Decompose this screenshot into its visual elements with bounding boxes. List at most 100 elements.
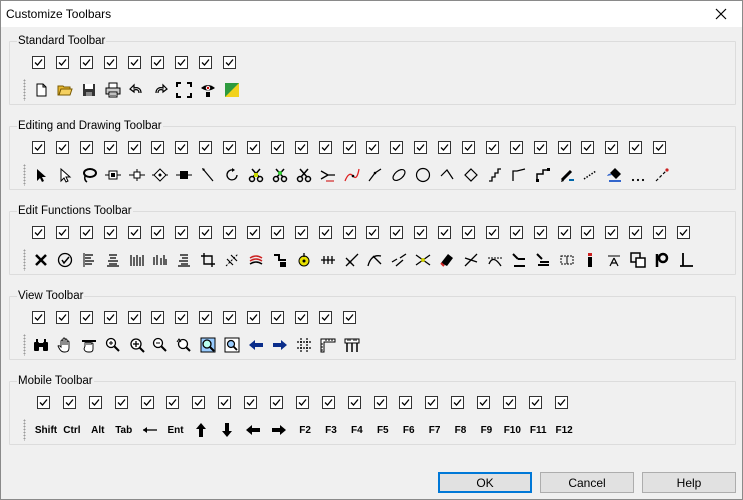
- toolbar-item-checkbox[interactable]: [103, 311, 117, 324]
- toolbar-item-checkbox[interactable]: [373, 396, 387, 409]
- toolbar-item-checkbox[interactable]: [175, 56, 189, 69]
- toolbar-item-checkbox[interactable]: [629, 141, 643, 154]
- toolbar-item-checkbox[interactable]: [485, 226, 499, 239]
- toolbar-item-checkbox[interactable]: [605, 141, 619, 154]
- toolbar-item-checkbox[interactable]: [151, 226, 165, 239]
- cancel-button[interactable]: Cancel: [540, 472, 634, 493]
- toolbar-item-checkbox[interactable]: [270, 311, 284, 324]
- toolbar-item-checkbox[interactable]: [390, 226, 404, 239]
- toolbar-item-checkbox[interactable]: [342, 226, 356, 239]
- toolbar-item-checkbox[interactable]: [127, 56, 141, 69]
- toolbar-item-checkbox[interactable]: [103, 56, 117, 69]
- toolbar-item-checkbox[interactable]: [533, 141, 547, 154]
- toolbar-item-checkbox[interactable]: [462, 226, 476, 239]
- toolbar-item-checkbox[interactable]: [347, 396, 361, 409]
- toolbar-item-checkbox[interactable]: [503, 396, 517, 409]
- toolbar-item-checkbox[interactable]: [79, 141, 93, 154]
- toolbar-item-checkbox[interactable]: [127, 311, 141, 324]
- toolbar-item-checkbox[interactable]: [294, 311, 308, 324]
- toolbar-item-checkbox[interactable]: [199, 311, 213, 324]
- toolbar-item-checkbox[interactable]: [79, 311, 93, 324]
- toolbar-item-checkbox[interactable]: [55, 141, 69, 154]
- toolbar-item-checkbox[interactable]: [557, 226, 571, 239]
- toolbar-item-checkbox[interactable]: [294, 141, 308, 154]
- toolbar-item-checkbox[interactable]: [127, 141, 141, 154]
- toolbar-item-checkbox[interactable]: [321, 396, 335, 409]
- toolbar-item-checkbox[interactable]: [270, 396, 284, 409]
- toolbar-item-checkbox[interactable]: [390, 141, 404, 154]
- toolbar-item-checkbox[interactable]: [342, 311, 356, 324]
- toolbar-item-checkbox[interactable]: [218, 396, 232, 409]
- toolbar-item-checkbox[interactable]: [270, 226, 284, 239]
- toolbar-item-checkbox[interactable]: [533, 226, 547, 239]
- toolbar-item-checkbox[interactable]: [32, 226, 45, 239]
- ok-button[interactable]: OK: [438, 472, 532, 493]
- toolbar-item-checkbox[interactable]: [605, 226, 619, 239]
- toolbar-item-checkbox[interactable]: [247, 141, 261, 154]
- toolbar-item-checkbox[interactable]: [677, 226, 691, 239]
- toolbar-item-checkbox[interactable]: [175, 311, 189, 324]
- toolbar-item-checkbox[interactable]: [140, 396, 154, 409]
- toolbar-item-checkbox[interactable]: [294, 226, 308, 239]
- toolbar-item-checkbox[interactable]: [366, 141, 380, 154]
- toolbar-item-checkbox[interactable]: [199, 56, 213, 69]
- toolbar-item-checkbox[interactable]: [414, 141, 428, 154]
- toolbar-item-checkbox[interactable]: [103, 141, 117, 154]
- toolbar-item-checkbox[interactable]: [175, 141, 189, 154]
- toolbar-item-checkbox[interactable]: [485, 141, 499, 154]
- toolbar-item-checkbox[interactable]: [270, 141, 284, 154]
- toolbar-item-checkbox[interactable]: [62, 396, 76, 409]
- toolbar-item-checkbox[interactable]: [103, 226, 117, 239]
- toolbar-item-checkbox[interactable]: [88, 396, 102, 409]
- toolbar-item-checkbox[interactable]: [114, 396, 128, 409]
- toolbar-item-checkbox[interactable]: [175, 226, 189, 239]
- toolbar-item-checkbox[interactable]: [528, 396, 542, 409]
- toolbar-item-checkbox[interactable]: [366, 226, 380, 239]
- toolbar-item-checkbox[interactable]: [295, 396, 309, 409]
- toolbar-item-checkbox[interactable]: [629, 226, 643, 239]
- toolbar-item-checkbox[interactable]: [438, 141, 452, 154]
- toolbar-item-checkbox[interactable]: [79, 56, 93, 69]
- toolbar-item-checkbox[interactable]: [151, 141, 165, 154]
- toolbar-item-checkbox[interactable]: [318, 226, 332, 239]
- toolbar-item-checkbox[interactable]: [438, 226, 452, 239]
- toolbar-item-checkbox[interactable]: [462, 141, 476, 154]
- toolbar-item-checkbox[interactable]: [199, 226, 213, 239]
- toolbar-item-checkbox[interactable]: [557, 141, 571, 154]
- toolbar-item-checkbox[interactable]: [318, 311, 332, 324]
- toolbar-item-checkbox[interactable]: [32, 56, 45, 69]
- toolbar-item-checkbox[interactable]: [32, 141, 45, 154]
- toolbar-item-checkbox[interactable]: [192, 396, 206, 409]
- toolbar-item-checkbox[interactable]: [509, 141, 523, 154]
- toolbar-item-checkbox[interactable]: [414, 226, 428, 239]
- toolbar-item-checkbox[interactable]: [653, 226, 667, 239]
- close-button[interactable]: [704, 2, 738, 26]
- toolbar-item-checkbox[interactable]: [127, 226, 141, 239]
- toolbar-item-checkbox[interactable]: [342, 141, 356, 154]
- toolbar-item-checkbox[interactable]: [223, 226, 237, 239]
- toolbar-item-checkbox[interactable]: [247, 226, 261, 239]
- toolbar-item-checkbox[interactable]: [55, 311, 69, 324]
- toolbar-item-checkbox[interactable]: [37, 396, 50, 409]
- toolbar-item-checkbox[interactable]: [55, 56, 69, 69]
- toolbar-item-checkbox[interactable]: [55, 226, 69, 239]
- toolbar-item-checkbox[interactable]: [318, 141, 332, 154]
- toolbar-item-checkbox[interactable]: [554, 396, 568, 409]
- toolbar-item-checkbox[interactable]: [425, 396, 439, 409]
- toolbar-item-checkbox[interactable]: [151, 56, 165, 69]
- toolbar-item-checkbox[interactable]: [509, 226, 523, 239]
- toolbar-item-checkbox[interactable]: [477, 396, 491, 409]
- toolbar-item-checkbox[interactable]: [581, 226, 595, 239]
- toolbar-item-checkbox[interactable]: [32, 311, 45, 324]
- toolbar-item-checkbox[interactable]: [244, 396, 258, 409]
- toolbar-item-checkbox[interactable]: [223, 56, 237, 69]
- toolbar-item-checkbox[interactable]: [223, 311, 237, 324]
- toolbar-item-checkbox[interactable]: [581, 141, 595, 154]
- toolbar-item-checkbox[interactable]: [399, 396, 413, 409]
- toolbar-item-checkbox[interactable]: [451, 396, 465, 409]
- toolbar-item-checkbox[interactable]: [199, 141, 213, 154]
- toolbar-item-checkbox[interactable]: [166, 396, 180, 409]
- help-button[interactable]: Help: [642, 472, 736, 493]
- toolbar-item-checkbox[interactable]: [247, 311, 261, 324]
- toolbar-item-checkbox[interactable]: [223, 141, 237, 154]
